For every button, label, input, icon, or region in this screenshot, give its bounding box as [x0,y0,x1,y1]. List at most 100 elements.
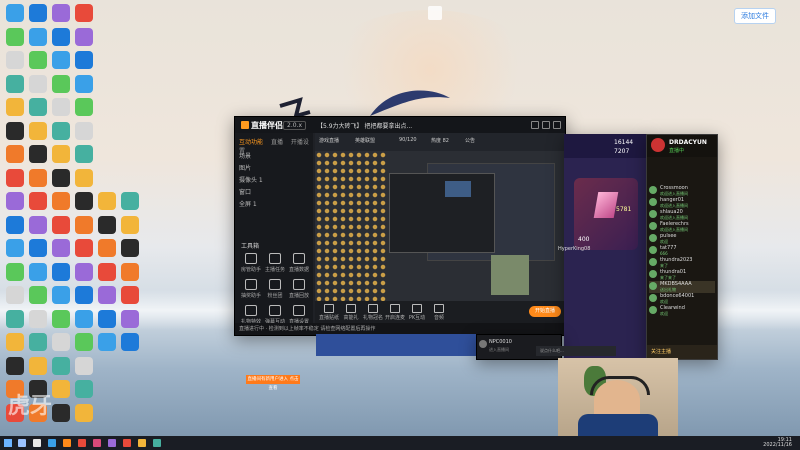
desktop-app-icon[interactable] [52,4,70,22]
scene-item[interactable]: 摄像头 1 [239,175,309,187]
clock-date[interactable]: 2022/11/16 [763,443,792,448]
chat-input[interactable]: 说点什么吧... [536,346,616,356]
desktop-app-icon[interactable] [6,192,24,210]
desktop-app-icon[interactable] [52,356,70,375]
desktop-app-icon[interactable] [29,121,47,140]
desktop-app-icon[interactable] [52,309,70,328]
desktop-app-icon[interactable] [98,192,116,210]
desktop-app-icon[interactable] [29,309,47,328]
taskbar-app-icon[interactable] [18,439,26,447]
desktop-app-icon[interactable] [6,145,24,163]
toolbar-sponsor[interactable]: 礼物冠名 [363,304,383,321]
tab-live[interactable]: 直播 [271,139,283,146]
chat-item[interactable]: Crossmoon 欢迎进入直播间 [649,185,715,197]
emoji-panel[interactable] [315,151,387,301]
desktop-app-icon[interactable] [75,380,93,398]
desktop-app-icon[interactable] [75,98,93,116]
taskbar-app-icon[interactable] [108,439,116,447]
tool-button[interactable]: 主播任务 [263,253,287,273]
desktop-app-icon[interactable] [6,309,24,328]
streamer-app-window[interactable]: 直播伴侣 2.0.x 【5.9力大砖飞】 把把都要拿出点... 互动功能 直播 … [234,116,566,336]
taskbar-app-icon[interactable] [93,439,101,447]
game-chip[interactable]: 英雄联盟 [355,137,375,145]
avatar[interactable] [651,138,665,152]
chat-item-highlight[interactable]: MKDBS4AAA 送出礼物 [649,281,715,293]
game-window[interactable]: 16144 7207 5781 400 HyperKing08 [558,134,648,358]
desktop-app-icon[interactable] [6,262,24,281]
toolbar-sticker[interactable]: 直播贴纸 [319,304,339,321]
desktop-app-icon[interactable] [75,403,93,422]
desktop-app-icon[interactable] [75,262,93,281]
desktop-app-icon[interactable] [29,262,47,281]
desktop-app-icon[interactable] [52,380,70,398]
desktop-app-icon[interactable] [6,168,24,187]
desktop-app-icon[interactable] [121,215,139,234]
desktop-app-icon[interactable] [98,239,116,257]
desktop-app-icon[interactable] [6,239,24,257]
desktop-app-icon[interactable] [98,333,116,351]
desktop-app-icon[interactable] [29,98,47,116]
desktop-app-icon[interactable] [6,74,24,93]
start-live-button[interactable]: 开始直播 [529,306,561,317]
desktop-app-icon[interactable] [75,121,93,140]
chat-item[interactable]: bdonce64001 欢迎 [649,293,715,305]
scene-item[interactable]: 窗口 [239,187,309,199]
taskbar-app-icon[interactable] [123,439,131,447]
taskbar-app-icon[interactable] [33,439,41,447]
desktop-app-icon[interactable] [121,333,139,351]
chat-item[interactable]: Faelerechrs 欢迎进入直播间 [649,221,715,233]
desktop-app-icon[interactable] [6,356,24,375]
desktop-app-icon[interactable] [75,356,93,375]
taskbar-app-icon[interactable] [48,439,56,447]
add-file-button[interactable]: 添加文件 [734,8,776,24]
chat-item[interactable]: thundra01 来了来了 [649,269,715,281]
desktop-app-icon[interactable] [75,215,93,234]
scene-item[interactable]: 场景 [239,151,309,163]
chat-item[interactable]: thundra2023 来了 [649,257,715,269]
desktop-app-icon[interactable] [52,74,70,93]
desktop-app-icon[interactable] [29,4,47,22]
desktop-app-icon[interactable] [52,98,70,116]
desktop-app-icon[interactable] [75,168,93,187]
desktop-app-icon[interactable] [29,215,47,234]
desktop-app-icon[interactable] [52,333,70,351]
desktop-app-icon[interactable] [52,239,70,257]
category-chip[interactable]: 游戏直播 [319,137,339,145]
tool-button[interactable]: 弹幕互动 [263,305,287,325]
desktop-app-icon[interactable] [98,309,116,328]
taskbar-app-icon[interactable] [153,439,161,447]
desktop-app-icon[interactable] [52,168,70,187]
minimize-icon[interactable] [531,121,539,129]
desktop-app-icon[interactable] [121,192,139,210]
chat-item[interactable]: Clearwind 欢迎 [649,305,715,317]
desktop-app-icon[interactable] [29,27,47,46]
toolbar-audio[interactable]: 音频 [429,304,449,321]
taskbar-app-icon[interactable] [138,439,146,447]
tool-button[interactable]: 直播数据 [287,253,311,273]
desktop-app-icon[interactable] [29,286,47,304]
start-icon[interactable] [4,439,12,447]
desktop-app-icon[interactable] [52,27,70,46]
desktop-app-icon[interactable] [6,4,24,22]
desktop-app-icon[interactable] [52,51,70,69]
stream-preview[interactable] [315,151,565,301]
close-icon[interactable] [553,121,561,129]
gem-card[interactable]: 5781 400 [574,178,638,250]
desktop-app-icon[interactable] [98,262,116,281]
desktop-app-icon[interactable] [29,74,47,93]
desktop-app-icon[interactable] [29,192,47,210]
tool-button[interactable]: 房管助手 [239,253,263,273]
desktop-app-icon[interactable] [75,239,93,257]
desktop-app-icon[interactable] [75,192,93,210]
notice-chip[interactable]: 公告 [465,137,475,145]
app-titlebar[interactable]: 直播伴侣 2.0.x 【5.9力大砖飞】 把把都要拿出点... [235,117,565,133]
desktop-app-icon[interactable] [6,27,24,46]
desktop-app-icon[interactable] [121,239,139,257]
desktop-app-icon[interactable] [75,51,93,69]
desktop-app-icon[interactable] [6,333,24,351]
desktop-app-icon[interactable] [52,403,70,422]
desktop-app-icon[interactable] [52,286,70,304]
desktop-app-icon[interactable] [52,192,70,210]
desktop-app-icon[interactable] [75,27,93,46]
chat-item[interactable]: tat777 666 [649,245,715,257]
